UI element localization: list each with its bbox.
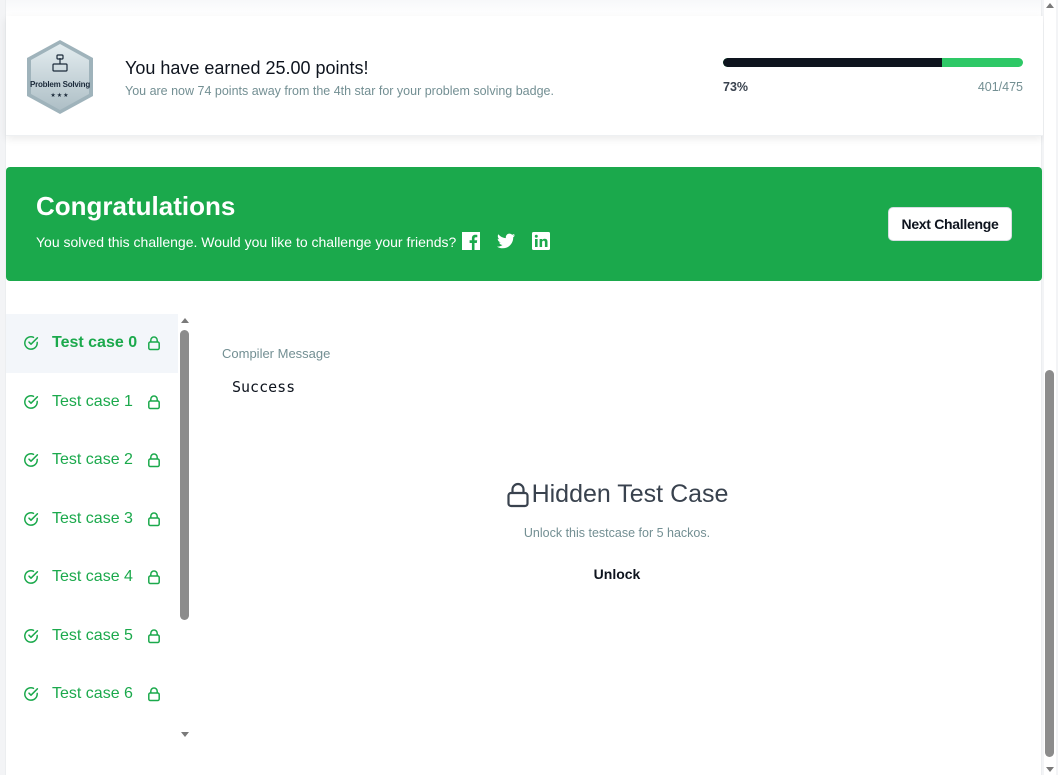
hexagon-badge-icon <box>27 40 93 114</box>
unlock-button[interactable]: Unlock <box>594 566 641 582</box>
test-case-label: Test case 6 <box>52 685 133 703</box>
check-circle-icon <box>23 452 39 468</box>
scroll-down-arrow-icon[interactable] <box>181 732 189 737</box>
test-case-list: Test case 0 Test case 1 Test case 2 Test ca… <box>6 314 178 739</box>
test-case-label: Test case 1 <box>52 392 133 410</box>
hidden-test-case-title: Hidden Test Case <box>506 480 729 509</box>
lock-icon <box>146 569 162 585</box>
compiler-message: Success <box>232 378 296 396</box>
window-scroll-up-arrow-icon[interactable] <box>1046 3 1054 8</box>
points-card: Problem Solving ★★★ You have earned 25.0… <box>6 16 1043 136</box>
lock-icon <box>146 452 162 468</box>
earned-points-title: You have earned 25.00 points! <box>125 58 369 78</box>
lock-icon <box>146 394 162 410</box>
check-circle-icon <box>23 628 39 644</box>
window-scrollbar-thumb[interactable] <box>1045 370 1054 757</box>
badge-progress-bar <box>723 58 1023 67</box>
linkedin-icon[interactable] <box>531 231 551 251</box>
hidden-test-case-panel: Hidden Test Case Unlock this testcase fo… <box>222 480 1012 584</box>
page: Problem Solving ★★★ You have earned 25.0… <box>5 0 1043 775</box>
hidden-test-case-text: Hidden Test Case <box>531 480 729 508</box>
earned-points-subtitle: You are now 74 points away from the 4th … <box>125 84 554 98</box>
lock-icon <box>146 511 162 527</box>
test-case-list-scrollbar[interactable] <box>179 314 191 739</box>
badge-stars: ★★★ <box>50 93 70 99</box>
test-case-item[interactable]: Test case 4 <box>6 548 178 607</box>
scroll-up-arrow-icon[interactable] <box>181 318 189 323</box>
facebook-icon[interactable] <box>461 231 481 251</box>
window-scroll-down-arrow-icon[interactable] <box>1046 767 1054 772</box>
lock-icon <box>146 335 162 351</box>
lock-icon <box>506 482 529 507</box>
check-circle-icon <box>23 394 39 410</box>
congratulations-subtitle: You solved this challenge. Would you lik… <box>36 234 457 250</box>
test-case-label: Test case 2 <box>52 451 133 469</box>
test-case-item[interactable]: Test case 1 <box>6 373 178 432</box>
test-case-item[interactable]: Test case 3 <box>6 490 178 549</box>
lock-icon <box>146 686 162 702</box>
top-shade <box>6 0 1041 16</box>
test-case-item[interactable]: Test case 5 <box>6 607 178 666</box>
progress-count: 401/475 <box>977 80 1023 94</box>
check-circle-icon <box>23 511 39 527</box>
scrollbar-thumb[interactable] <box>180 330 189 620</box>
problem-solving-badge: Problem Solving ★★★ <box>24 38 96 116</box>
badge-progress-fill <box>723 58 942 67</box>
test-case-label: Test case 4 <box>52 568 133 586</box>
lock-icon <box>146 628 162 644</box>
compiler-message-label: Compiler Message <box>222 346 331 361</box>
check-circle-icon <box>23 335 39 351</box>
congratulations-title: Congratulations <box>36 191 236 221</box>
test-case-label: Test case 5 <box>52 626 133 644</box>
test-case-label: Test case 3 <box>52 509 133 527</box>
window-scrollbar[interactable] <box>1044 0 1056 775</box>
badge-label: Problem Solving <box>29 80 91 89</box>
check-circle-icon <box>23 686 39 702</box>
congratulations-banner: Congratulations You solved this challeng… <box>6 167 1042 281</box>
test-case-item[interactable]: Test case 0 <box>6 314 178 373</box>
twitter-icon[interactable] <box>496 231 516 251</box>
test-case-label: Test case 0 <box>52 334 138 352</box>
progress-percent: 73% <box>723 80 749 94</box>
test-case-item[interactable]: Test case 2 <box>6 431 178 490</box>
hidden-test-case-subtitle: Unlock this testcase for 5 hackos. <box>523 525 711 540</box>
test-case-item[interactable]: Test case 6 <box>6 665 178 724</box>
next-challenge-button[interactable]: Next Challenge <box>888 207 1012 241</box>
check-circle-icon <box>23 569 39 585</box>
